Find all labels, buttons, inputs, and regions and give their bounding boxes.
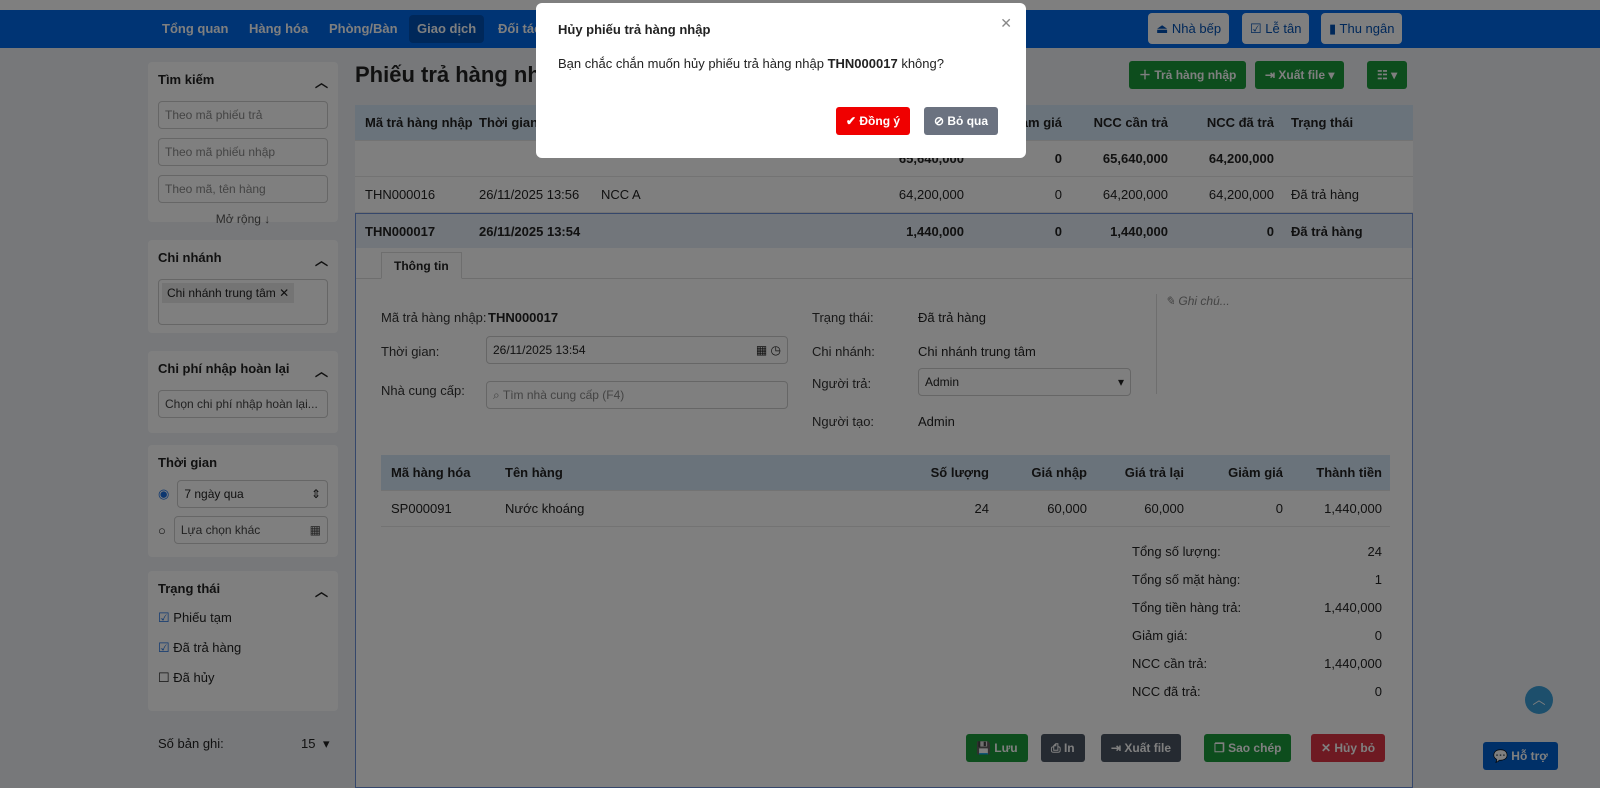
message-text-end: không?: [897, 56, 944, 71]
close-icon[interactable]: ✕: [1000, 15, 1012, 32]
skip-button[interactable]: ⊘ Bỏ qua: [924, 107, 999, 135]
confirm-button[interactable]: ✔ Đồng ý: [836, 107, 911, 135]
message-text: Bạn chắc chắn muốn hủy phiếu trả hàng nh…: [558, 56, 828, 71]
skip-label: Bỏ qua: [947, 114, 989, 128]
dialog-title: Hủy phiếu trả hàng nhập: [558, 22, 711, 37]
message-code: THN000017: [827, 56, 898, 71]
confirm-label: Đồng ý: [859, 114, 901, 128]
cancel-dialog: Hủy phiếu trả hàng nhập ✕ Bạn chắc chắn …: [536, 3, 1026, 158]
dialog-message: Bạn chắc chắn muốn hủy phiếu trả hàng nh…: [558, 56, 944, 71]
